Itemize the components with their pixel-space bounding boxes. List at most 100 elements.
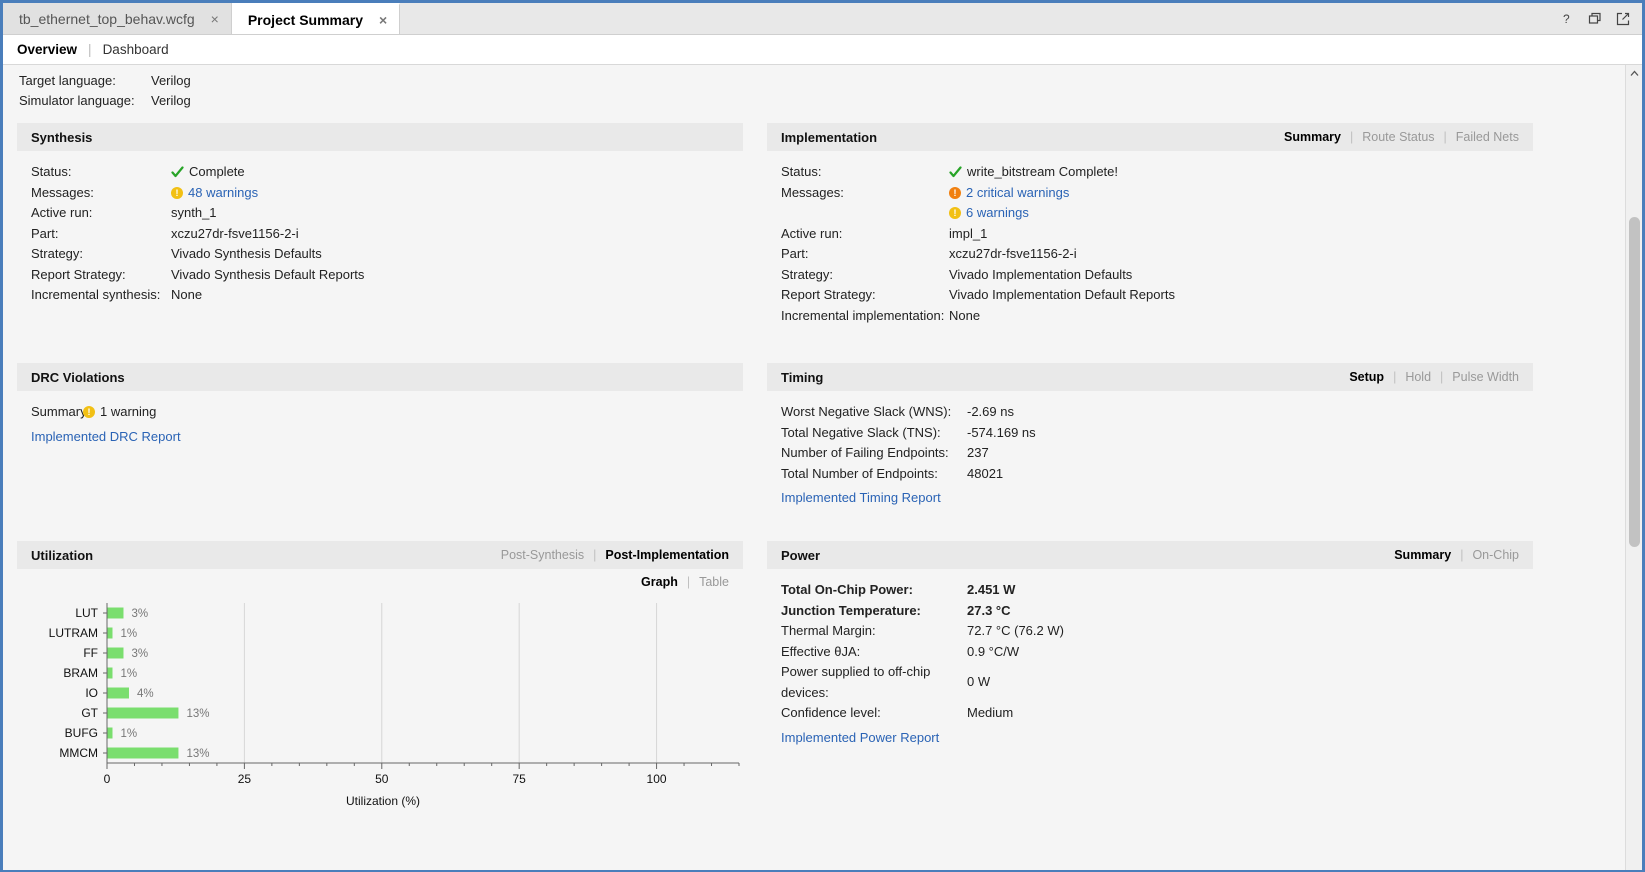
incremental-implementation-link[interactable]: None [949,306,980,327]
tab-separator: | [1460,548,1464,562]
close-icon[interactable]: × [211,12,219,26]
implemented-power-report-link[interactable]: Implemented Power Report [781,728,939,749]
scrollbar-thumb[interactable] [1629,217,1640,547]
svg-text:1%: 1% [120,668,137,680]
row-active-run: Active run: synth_1 [31,203,729,224]
tab-summary[interactable]: Summary [1284,130,1341,144]
row-wns: Worst Negative Slack (WNS): -2.69 ns [781,402,1519,423]
panel-body: Total On-Chip Power: 2.451 W Junction Te… [767,569,1533,748]
row-active-run: Active run: impl_1 [781,224,1519,245]
row-label: Active run: [31,205,93,220]
subnav-item-dashboard[interactable]: Dashboard [101,42,171,57]
panel-title: DRC Violations [31,369,125,385]
tab-pulse-width[interactable]: Pulse Width [1452,370,1519,384]
row-report-strategy: Report Strategy: Vivado Synthesis Defaul… [31,265,729,286]
svg-text:75: 75 [512,772,526,786]
implemented-timing-report-link[interactable]: Implemented Timing Report [781,488,941,509]
scroll-up-icon[interactable] [1626,65,1642,82]
tab-failed-nets[interactable]: Failed Nets [1456,130,1519,144]
row-strategy: Strategy: Vivado Implementation Defaults [781,265,1519,286]
row-label: Simulator language: [19,93,135,108]
tab-separator: | [1440,370,1444,384]
row-label: Strategy: [781,266,834,282]
tab-setup[interactable]: Setup [1349,370,1384,384]
row-status: Status: write_bitstream Complete! [781,162,1519,183]
row-label: Messages: [31,184,94,200]
panel-header: DRC Violations [17,363,743,391]
tab-graph[interactable]: Graph [641,575,678,589]
row-label: Status: [781,164,822,179]
tab-label: Project Summary [247,11,364,28]
active-run-link[interactable]: impl_1 [949,224,987,245]
timing-view-tabs: Setup | Hold | Pulse Width [1349,370,1519,384]
row-incremental-synthesis: Incremental synthesis: None [31,285,729,306]
svg-text:3%: 3% [131,608,148,620]
part-value: xczu27dr-fsve1156-2-i [949,246,1077,261]
tab-project-summary[interactable]: Project Summary × [231,3,401,34]
simulator-language-link[interactable]: Verilog [151,91,191,111]
warning-icon [83,406,95,419]
row-label: Summary: [31,404,91,419]
row-power-report: Implemented Power Report [781,728,1519,749]
row-report-strategy: Report Strategy: Vivado Implementation D… [781,285,1519,306]
warning-icon [949,207,961,220]
tab-post-implementation[interactable]: Post-Implementation [605,548,729,562]
help-icon[interactable]: ? [1560,12,1574,26]
row-label: Active run: [781,225,843,241]
subnav-item-overview[interactable]: Overview [15,42,79,57]
editor-tab-bar: tb_ethernet_top_behav.wcfg × Project Sum… [3,3,1642,35]
check-icon [949,166,962,179]
warnings-link[interactable]: 48 warnings [188,183,258,204]
wns-value: -2.69 ns [967,404,1014,419]
tab-route-status[interactable]: Route Status [1362,130,1434,144]
strategy-link[interactable]: Vivado Synthesis Defaults [171,244,322,265]
row-target-language: Target language: Verilog [19,71,1625,91]
tab-on-chip[interactable]: On-Chip [1472,548,1519,562]
report-strategy-link[interactable]: Vivado Implementation Default Reports [949,285,1175,306]
critical-warnings-link[interactable]: 2 critical warnings [966,183,1069,204]
target-language-link[interactable]: Verilog [151,71,191,91]
panel-header: Utilization Post-Synthesis | Post-Implem… [17,541,743,569]
panel-body: Status: write_bitstream Complete! Messag… [767,151,1533,326]
tab-summary[interactable]: Summary [1394,548,1451,562]
restore-icon[interactable] [1588,12,1602,26]
panel-timing: Timing Setup | Hold | Pulse Width Worst … [767,363,1533,533]
svg-text:Utilization (%): Utilization (%) [346,794,420,808]
failing-endpoints-value: 237 [967,445,989,460]
row-value: Complete [171,162,245,183]
incremental-synthesis-link[interactable]: None [171,285,202,306]
drc-warning-count: 1 warning [100,404,157,419]
tab-waveform-config[interactable]: tb_ethernet_top_behav.wcfg × [3,3,232,34]
close-icon[interactable]: × [379,13,387,27]
panel-header: Timing Setup | Hold | Pulse Width [767,363,1533,391]
svg-text:50: 50 [375,772,389,786]
utilization-stage-tabs: Post-Synthesis | Post-Implementation [501,548,729,562]
active-run-link[interactable]: synth_1 [171,203,217,224]
power-view-tabs: Summary | On-Chip [1394,548,1519,562]
tab-table[interactable]: Table [699,575,729,589]
svg-text:IO: IO [85,686,98,700]
vivado-project-summary-window: tb_ethernet_top_behav.wcfg × Project Sum… [0,0,1645,872]
panel-body: Summary: 1 warning Implemented DRC Repor… [17,391,743,447]
row-label: Total Number of Endpoints: [781,465,938,481]
implemented-drc-report-link[interactable]: Implemented DRC Report [31,427,181,448]
off-chip-power-value: 0 W [967,674,991,690]
row-label: Incremental synthesis: [31,287,161,302]
row-incremental-implementation: Incremental implementation: None [781,306,1519,327]
detach-icon[interactable] [1616,12,1630,26]
subnav-separator: | [88,42,92,57]
tab-post-synthesis[interactable]: Post-Synthesis [501,548,584,562]
tab-hold[interactable]: Hold [1405,370,1431,384]
row-tns: Total Negative Slack (TNS): -574.169 ns [781,423,1519,444]
warnings-link[interactable]: 6 warnings [966,203,1029,224]
report-strategy-link[interactable]: Vivado Synthesis Default Reports [171,265,364,286]
status-text: write_bitstream Complete! [967,164,1118,179]
confidence-level-link[interactable]: Medium [967,703,1013,724]
junction-temp-value: 27.3 °C [967,602,1011,618]
panel-body: Status: Complete Messages: ! 48 warnings… [17,151,743,306]
window-controls: ? [1548,3,1642,34]
vertical-scrollbar[interactable] [1625,65,1642,870]
tab-separator: | [1393,370,1397,384]
strategy-link[interactable]: Vivado Implementation Defaults [949,265,1132,286]
panel-header: Synthesis [17,123,743,151]
